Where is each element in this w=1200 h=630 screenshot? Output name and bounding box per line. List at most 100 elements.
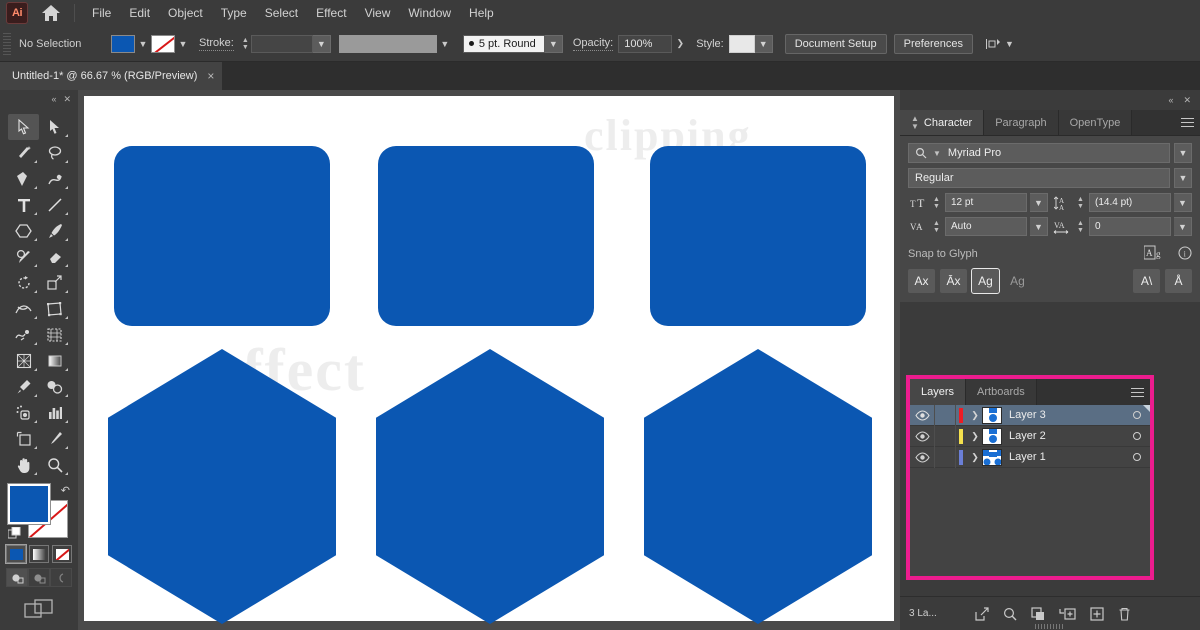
- tab-character[interactable]: ▲ ▼ Character: [900, 110, 985, 135]
- leading-stepper[interactable]: ▲ ▼: [1075, 194, 1086, 212]
- stroke-color-swatch[interactable]: [151, 34, 175, 53]
- rectangle-tool[interactable]: [8, 218, 39, 244]
- stroke-weight-stepper[interactable]: ▲ ▼: [240, 35, 251, 53]
- panel-resize-grip[interactable]: [1035, 624, 1065, 629]
- tracking-dropdown-icon[interactable]: ▼: [1174, 217, 1192, 236]
- font-family-field[interactable]: ▼ Myriad Pro: [908, 143, 1170, 163]
- width-tool[interactable]: [8, 296, 39, 322]
- kerning-dropdown-icon[interactable]: ▼: [1030, 217, 1048, 236]
- menu-object[interactable]: Object: [159, 0, 212, 26]
- lasso-tool[interactable]: [39, 140, 70, 166]
- release-to-layers-icon[interactable]: [975, 606, 989, 621]
- shaper-tool[interactable]: [8, 244, 39, 270]
- menu-view[interactable]: View: [356, 0, 400, 26]
- artboard-tool[interactable]: [8, 426, 39, 452]
- stroke-label[interactable]: Stroke:: [199, 37, 234, 51]
- tab-opentype[interactable]: OpenType: [1058, 110, 1133, 135]
- rotate-tool[interactable]: [8, 270, 39, 296]
- tab-layers[interactable]: Layers: [910, 379, 967, 405]
- eraser-tool[interactable]: [39, 244, 70, 270]
- font-style-dropdown-icon[interactable]: ▼: [1174, 168, 1192, 188]
- document-setup-button[interactable]: Document Setup: [784, 33, 887, 54]
- shape-rounded-rectangle[interactable]: [378, 146, 594, 326]
- stroke-dropdown-icon[interactable]: ▼: [175, 35, 191, 53]
- accent-style-button[interactable]: Å: [1165, 269, 1192, 293]
- menu-effect[interactable]: Effect: [307, 0, 355, 26]
- align-options[interactable]: ▼: [985, 37, 1014, 51]
- mesh-tool[interactable]: [8, 348, 39, 374]
- brush-dropdown-icon[interactable]: ▼: [544, 34, 563, 53]
- layer-row-3[interactable]: ❯ Layer 3: [910, 404, 1150, 426]
- kerning-stepper[interactable]: ▲ ▼: [931, 218, 942, 236]
- menu-select[interactable]: Select: [256, 0, 307, 26]
- perspective-grid-tool[interactable]: [39, 322, 70, 348]
- color-mode-solid[interactable]: [5, 544, 27, 564]
- layers-empty-space[interactable]: [910, 468, 1150, 576]
- blend-tool[interactable]: [39, 374, 70, 400]
- visibility-icon[interactable]: [910, 409, 934, 421]
- direct-selection-tool[interactable]: [39, 114, 70, 140]
- kerning-field[interactable]: Auto: [945, 217, 1027, 236]
- menu-window[interactable]: Window: [399, 0, 460, 26]
- snap-descender-button[interactable]: Ag: [1004, 269, 1031, 293]
- stroke-weight-field[interactable]: [250, 34, 313, 53]
- tab-artboards[interactable]: Artboards: [966, 379, 1037, 405]
- layer-row-2[interactable]: ❯ Layer 2: [910, 425, 1150, 447]
- menu-help[interactable]: Help: [460, 0, 503, 26]
- shape-builder-tool[interactable]: [8, 322, 39, 348]
- leading-field[interactable]: (14.4 pt): [1089, 193, 1171, 212]
- layer-name[interactable]: Layer 2: [1009, 430, 1124, 442]
- color-mode-gradient[interactable]: [29, 545, 49, 563]
- slice-tool[interactable]: [39, 426, 70, 452]
- snap-xheight-button[interactable]: Ag: [971, 268, 1000, 294]
- column-graph-tool[interactable]: [39, 400, 70, 426]
- line-segment-tool[interactable]: [39, 192, 70, 218]
- type-tool[interactable]: [8, 192, 39, 218]
- tracking-stepper[interactable]: ▲ ▼: [1075, 218, 1086, 236]
- fill-color-well[interactable]: [7, 483, 51, 525]
- layer-name[interactable]: Layer 3: [1009, 409, 1124, 421]
- default-fill-stroke-icon[interactable]: [7, 526, 21, 540]
- opacity-label[interactable]: Opacity:: [572, 37, 614, 51]
- stroke-weight-dropdown-icon[interactable]: ▼: [312, 34, 331, 53]
- lock-cell[interactable]: [934, 404, 956, 426]
- lock-cell[interactable]: [934, 446, 956, 468]
- make-clipping-mask-icon[interactable]: [1031, 606, 1045, 621]
- pen-tool[interactable]: [8, 166, 39, 192]
- tracking-field[interactable]: 0: [1089, 217, 1171, 236]
- stroke-profile-field[interactable]: [338, 34, 437, 53]
- draw-behind-icon[interactable]: [28, 568, 50, 587]
- layer-row-1[interactable]: ❯ Layer 1: [910, 446, 1150, 468]
- leading-dropdown-icon[interactable]: ▼: [1174, 193, 1192, 212]
- layer-name[interactable]: Layer 1: [1009, 451, 1124, 463]
- control-bar-grip[interactable]: [3, 32, 11, 55]
- fill-color-swatch[interactable]: [111, 34, 135, 53]
- swap-fill-stroke-icon[interactable]: ↶: [61, 484, 70, 497]
- layers-panel-menu-icon[interactable]: [1124, 379, 1150, 405]
- close-toolbar-icon[interactable]: ✕: [63, 94, 71, 105]
- snap-capheight-button[interactable]: Āx: [940, 269, 967, 293]
- shape-rounded-rectangle[interactable]: [650, 146, 866, 326]
- style-dropdown-icon[interactable]: ▼: [754, 34, 773, 53]
- symbol-sprayer-tool[interactable]: [8, 400, 39, 426]
- delete-selection-icon[interactable]: [1118, 607, 1131, 621]
- italic-style-button[interactable]: A\: [1133, 269, 1160, 293]
- lock-cell[interactable]: [934, 425, 956, 447]
- target-indicator[interactable]: [1124, 411, 1150, 419]
- glyph-preview-icon[interactable]: Ag: [1143, 245, 1164, 263]
- expand-arrow-icon[interactable]: ❯: [968, 431, 982, 442]
- graphic-style-swatch[interactable]: [728, 34, 755, 53]
- collapse-panel-icon[interactable]: «: [1168, 95, 1173, 105]
- menu-type[interactable]: Type: [212, 0, 256, 26]
- curvature-tool[interactable]: [39, 166, 70, 192]
- shape-hexagon[interactable]: [376, 349, 604, 624]
- expand-arrow-icon[interactable]: ❯: [968, 452, 982, 463]
- font-size-stepper[interactable]: ▲ ▼: [931, 194, 942, 212]
- zoom-tool[interactable]: [39, 452, 70, 478]
- shape-hexagon[interactable]: [644, 349, 872, 624]
- opacity-expand-icon[interactable]: ❯: [672, 35, 688, 53]
- document-tab[interactable]: Untitled-1* @ 66.67 % (RGB/Preview) ×: [0, 62, 223, 90]
- magic-wand-tool[interactable]: [8, 140, 39, 166]
- preferences-button[interactable]: Preferences: [893, 33, 973, 54]
- close-icon[interactable]: ×: [207, 69, 214, 83]
